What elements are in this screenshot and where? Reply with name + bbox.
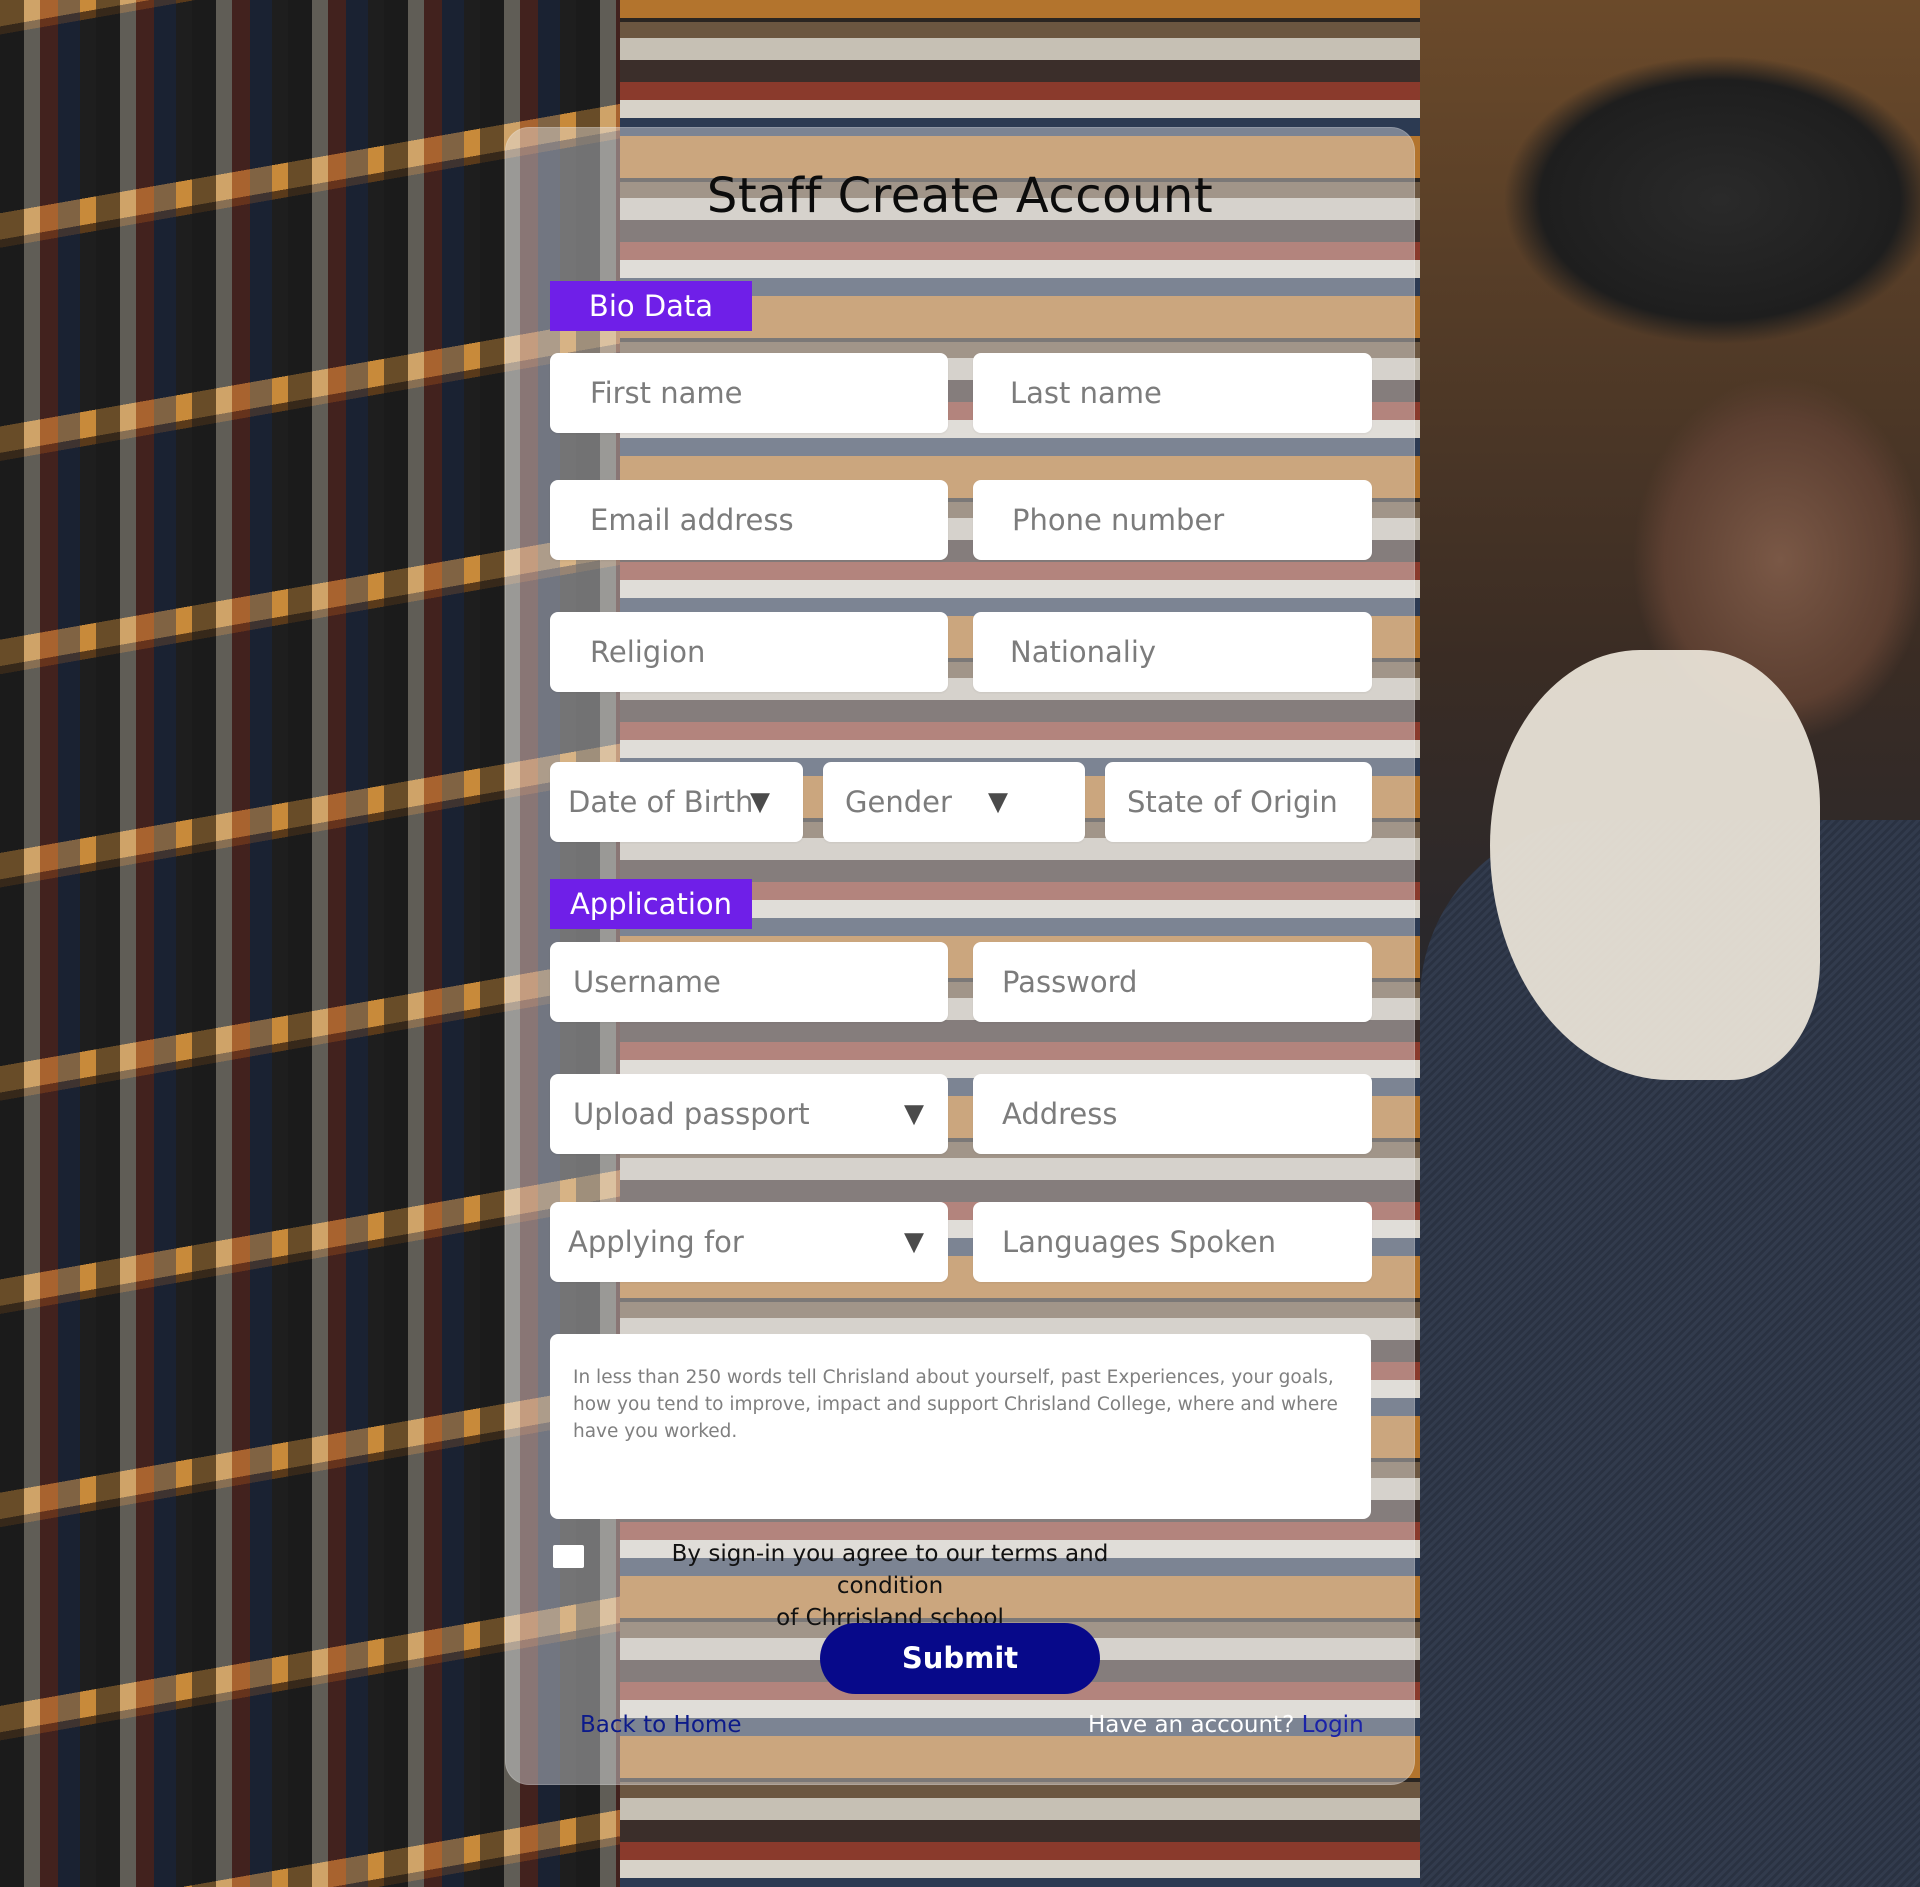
- chevron-down-icon: ▼: [988, 787, 1008, 817]
- have-account-text: Have an account?: [1088, 1712, 1295, 1738]
- address-field[interactable]: Address: [973, 1074, 1372, 1154]
- languages-spoken-field[interactable]: Languages Spoken: [973, 1202, 1372, 1282]
- terms-text: By sign-in you agree to our terms and co…: [620, 1538, 1160, 1634]
- page-title: Staff Create Account: [706, 168, 1214, 224]
- section-bio-data: Bio Data: [550, 281, 752, 331]
- chevron-down-icon: ▼: [750, 787, 770, 817]
- email-field[interactable]: Email address: [550, 480, 948, 560]
- password-field[interactable]: Password: [973, 942, 1372, 1022]
- about-textarea[interactable]: In less than 250 words tell Chrisland ab…: [550, 1334, 1371, 1519]
- chevron-down-icon: ▼: [904, 1099, 924, 1129]
- chevron-down-icon: ▼: [904, 1227, 924, 1257]
- person-right: [1420, 0, 1920, 1887]
- dob-select[interactable]: Date of Birth ▼: [550, 762, 803, 842]
- gender-label: Gender: [845, 785, 952, 819]
- terms-line-1: By sign-in you agree to our terms and co…: [671, 1541, 1109, 1599]
- applying-for-select[interactable]: Applying for ▼: [550, 1202, 948, 1282]
- login-link[interactable]: Login: [1302, 1712, 1364, 1738]
- back-to-home-link[interactable]: Back to Home: [580, 1712, 741, 1738]
- username-field[interactable]: Username: [550, 942, 948, 1022]
- submit-button[interactable]: Submit: [820, 1623, 1100, 1694]
- first-name-field[interactable]: First name: [550, 353, 948, 433]
- page-root: Staff Create Account Bio Data First name…: [0, 0, 1920, 1887]
- login-prompt: Have an account? Login: [1088, 1712, 1364, 1738]
- dob-label: Date of Birth: [568, 785, 754, 819]
- religion-field[interactable]: Religion: [550, 612, 948, 692]
- gender-select[interactable]: Gender ▼: [823, 762, 1085, 842]
- upload-passport-select[interactable]: Upload passport ▼: [550, 1074, 948, 1154]
- phone-field[interactable]: Phone number: [973, 480, 1372, 560]
- nationality-field[interactable]: Nationaliy: [973, 612, 1372, 692]
- terms-checkbox[interactable]: [553, 1545, 584, 1568]
- state-of-origin-field[interactable]: State of Origin: [1105, 762, 1372, 842]
- applying-for-label: Applying for: [568, 1225, 744, 1259]
- upload-passport-label: Upload passport: [573, 1097, 810, 1131]
- last-name-field[interactable]: Last name: [973, 353, 1372, 433]
- section-application: Application: [550, 879, 752, 929]
